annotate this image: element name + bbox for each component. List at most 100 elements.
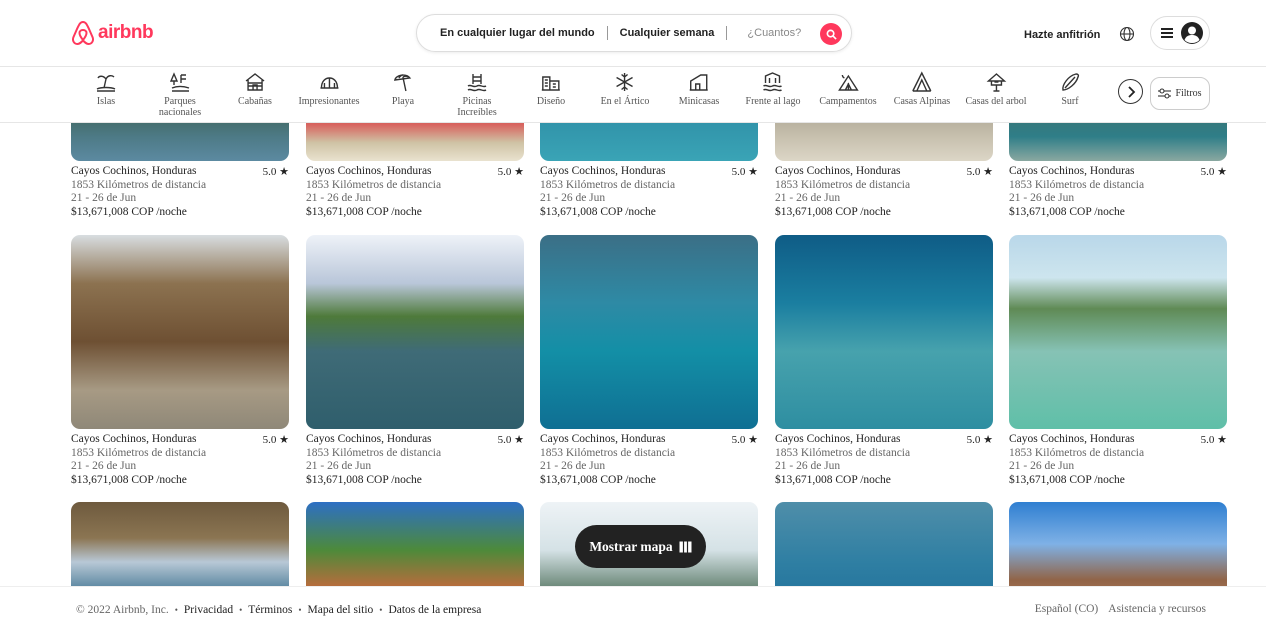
category-islas[interactable]: Islas (95, 71, 117, 107)
user-menu-button[interactable] (1150, 16, 1210, 50)
listing-rating: 5.0 ★ (731, 166, 758, 178)
listing-price-line: $13,671,008 COP /noche (306, 474, 524, 488)
listing-card[interactable]: Cayos Cochinos, Honduras 5.0 ★ 1853 Kilóme… (540, 235, 758, 487)
become-host-link[interactable]: Hazte anfitrión (1024, 29, 1100, 41)
listing-rating: 5.0 ★ (497, 166, 524, 178)
listing-price-line: $13,671,008 COP /noche (775, 206, 993, 220)
listing-per-night: /noche (625, 205, 656, 218)
lake-icon (763, 72, 783, 92)
category-diseno[interactable]: Diseño (537, 71, 565, 107)
search-guests[interactable]: ¿Cuantos? (727, 27, 813, 39)
listing-price: $13,671,008 COP (1009, 205, 1092, 218)
listing-dates: 21 - 26 de Jun (775, 460, 841, 472)
category-frente-al-lago[interactable]: Frente al lago (746, 71, 800, 107)
listing-price-line: $13,671,008 COP /noche (71, 206, 289, 220)
listing-photo[interactable] (71, 235, 289, 429)
airbnb-logo[interactable]: airbnb (71, 20, 154, 46)
listing-card[interactable]: Cayos Cochinos, Honduras 5.0 ★ 1853 Kilóme… (775, 235, 993, 487)
listing-price-line: $13,671,008 COP /noche (71, 474, 289, 488)
cabin-icon (245, 73, 265, 91)
listing-price: $13,671,008 COP (775, 205, 858, 218)
category-cabanas[interactable]: Cabañas (238, 71, 272, 107)
listing-price: $13,671,008 COP (71, 473, 154, 486)
listing-price: $13,671,008 COP (306, 205, 389, 218)
footer-help[interactable]: Asistencia y recursos (1108, 603, 1206, 615)
listing-dates: 21 - 26 de Jun (775, 192, 841, 204)
listing-card[interactable]: Cayos Cochinos, Honduras 5.0 ★ 1853 Kilóme… (71, 235, 289, 487)
listing-price-line: $13,671,008 COP /noche (540, 474, 758, 488)
search-button[interactable] (820, 23, 842, 45)
search-week[interactable]: Cualquier semana (608, 27, 727, 39)
category-minicasas[interactable]: Minicasas (679, 71, 719, 107)
listing-price-line: $13,671,008 COP /noche (306, 206, 524, 220)
listing-title: Cayos Cochinos, Honduras (1009, 433, 1135, 445)
category-casas-alpinas[interactable]: Casas Alpinas (894, 71, 950, 107)
category-parques-nacionales[interactable]: Parques nacionales (150, 71, 210, 118)
search-icon (826, 29, 837, 40)
filters-button[interactable]: Filtros (1150, 77, 1210, 110)
category-playa[interactable]: Playa (392, 71, 414, 107)
listing-distance: 1853 Kilómetros de distancia (71, 446, 207, 459)
logo-text: airbnb (98, 22, 154, 43)
listing-per-night: /noche (1094, 205, 1125, 218)
category-picinas[interactable]: Picinas Increíbles (449, 71, 505, 118)
category-surf[interactable]: Surf (1059, 71, 1081, 107)
listing-price: $13,671,008 COP (540, 473, 623, 486)
listing-distance: 1853 Kilómetros de distancia (306, 178, 442, 191)
island-icon (96, 74, 116, 92)
footer-link-terms[interactable]: Términos (248, 604, 292, 616)
listing-title: Cayos Cochinos, Honduras (71, 165, 197, 177)
listing-dates: 21 - 26 de Jun (540, 460, 606, 472)
listing-photo[interactable] (1009, 235, 1227, 429)
listing-dates: 21 - 26 de Jun (540, 192, 606, 204)
listing-title: Cayos Cochinos, Honduras (306, 433, 432, 445)
globe-icon[interactable] (1119, 26, 1135, 42)
listing-photo[interactable] (306, 235, 524, 429)
page-footer: © 2022 Airbnb, Inc. • Privacidad • Térmi… (0, 586, 1266, 631)
search-bar[interactable]: En cualquier lugar del mundo Cualquier s… (416, 14, 852, 52)
listing-dates: 21 - 26 de Jun (71, 460, 137, 472)
footer-language[interactable]: Español (CO) (1035, 603, 1099, 615)
listing-distance: 1853 Kilómetros de distancia (1009, 446, 1145, 459)
tiny-house-icon (689, 74, 708, 91)
listing-distance: 1853 Kilómetros de distancia (306, 446, 442, 459)
listing-card[interactable]: Cayos Cochinos, Honduras 5.0 ★ 1853 Kilóme… (306, 235, 524, 487)
show-map-button[interactable]: Mostrar mapa (575, 525, 706, 568)
listing-info: Cayos Cochinos, Honduras 5.0 ★ 1853 Kilóme… (1009, 161, 1227, 219)
listing-dates: 21 - 26 de Jun (306, 192, 372, 204)
listing-price: $13,671,008 COP (540, 205, 623, 218)
listing-distance: 1853 Kilómetros de distancia (775, 446, 911, 459)
listing-title: Cayos Cochinos, Honduras (306, 165, 432, 177)
listing-photo[interactable] (775, 235, 993, 429)
listing-photo[interactable] (540, 235, 758, 429)
listing-rating: 5.0 ★ (262, 434, 289, 446)
footer-link-sitemap[interactable]: Mapa del sitio (307, 604, 373, 616)
listing-info: Cayos Cochinos, Honduras 5.0 ★ 1853 Kilóme… (71, 429, 289, 487)
listing-rating: 5.0 ★ (966, 434, 993, 446)
listing-info: Cayos Cochinos, Honduras 5.0 ★ 1853 Kilóme… (775, 161, 993, 219)
category-campamentos[interactable]: Campamentos (819, 71, 877, 107)
listing-info: Cayos Cochinos, Honduras 5.0 ★ 1853 Kilóme… (540, 429, 758, 487)
listing-rating: 5.0 ★ (1200, 434, 1227, 446)
hamburger-icon (1161, 28, 1173, 38)
listing-title: Cayos Cochinos, Honduras (71, 433, 197, 445)
listing-dates: 21 - 26 de Jun (71, 192, 137, 204)
search-location[interactable]: En cualquier lugar del mundo (417, 27, 607, 39)
listing-per-night: /noche (391, 205, 422, 218)
surf-icon (1062, 73, 1080, 91)
listing-card[interactable]: Cayos Cochinos, Honduras 5.0 ★ 1853 Kilóme… (1009, 235, 1227, 487)
category-artico[interactable]: En el Ártico (601, 71, 649, 107)
listing-info: Cayos Cochinos, Honduras 5.0 ★ 1853 Kilóme… (71, 161, 289, 219)
listing-title: Cayos Cochinos, Honduras (540, 165, 666, 177)
listing-price: $13,671,008 COP (71, 205, 154, 218)
category-impresionantes[interactable]: Impresionantes (298, 71, 360, 107)
footer-link-company[interactable]: Datos de la empresa (388, 604, 481, 616)
listing-dates: 21 - 26 de Jun (1009, 460, 1075, 472)
category-bar: Islas Parques nacionales Cabañas Impresi… (0, 67, 1266, 123)
footer-link-privacy[interactable]: Privacidad (184, 604, 233, 616)
listing-price-line: $13,671,008 COP /noche (540, 206, 758, 220)
listing-distance: 1853 Kilómetros de distancia (775, 178, 911, 191)
categories-next-button[interactable] (1118, 79, 1143, 104)
listing-info: Cayos Cochinos, Honduras 5.0 ★ 1853 Kilóme… (775, 429, 993, 487)
category-casas-del-arbol[interactable]: Casas del arbol (965, 71, 1027, 107)
